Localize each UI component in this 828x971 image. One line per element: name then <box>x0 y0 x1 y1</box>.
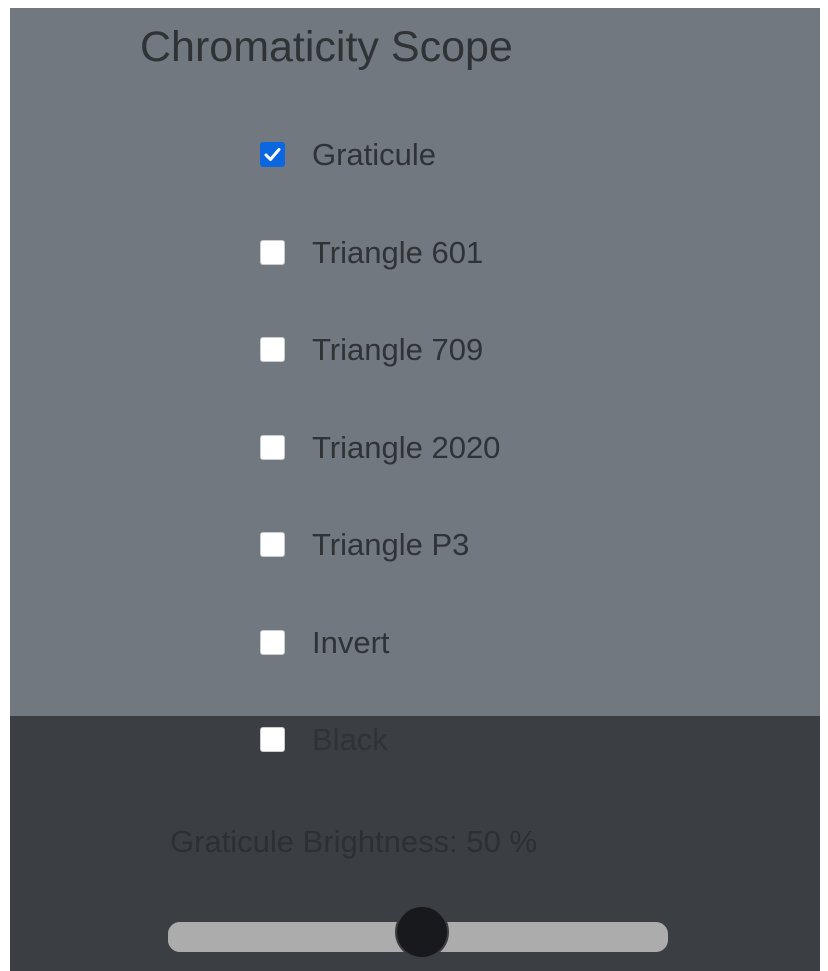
triangle-p3-label: Triangle P3 <box>312 526 470 562</box>
black-label: Black <box>312 721 388 757</box>
black-checkbox[interactable] <box>260 726 285 752</box>
option-triangle-601[interactable]: Triangle 601 <box>260 232 483 272</box>
graticule-label: Graticule <box>312 136 437 172</box>
brightness-slider-fill <box>168 922 418 952</box>
triangle-2020-checkbox[interactable] <box>260 434 285 460</box>
triangle-709-label: Triangle 709 <box>312 331 484 367</box>
triangle-709-checkbox[interactable] <box>260 336 285 362</box>
checkmark-icon <box>264 147 281 161</box>
option-triangle-2020[interactable]: Triangle 2020 <box>260 427 500 467</box>
triangle-2020-label: Triangle 2020 <box>312 429 501 465</box>
option-black[interactable]: Black <box>260 719 388 759</box>
brightness-caption: Graticule Brightness: 50 % <box>170 824 538 859</box>
option-triangle-p3[interactable]: Triangle P3 <box>260 524 469 564</box>
triangle-601-label: Triangle 601 <box>312 234 484 270</box>
option-graticule[interactable]: Graticule <box>260 134 436 174</box>
chromaticity-scope-panel: Chromaticity Scope Graticule Triangle 601… <box>10 8 820 971</box>
invert-checkbox[interactable] <box>260 629 285 655</box>
brightness-slider-thumb[interactable] <box>395 905 449 959</box>
option-invert[interactable]: Invert <box>260 622 390 662</box>
option-triangle-709[interactable]: Triangle 709 <box>260 329 483 369</box>
triangle-601-checkbox[interactable] <box>260 239 285 265</box>
invert-label: Invert <box>312 624 390 660</box>
graticule-checkbox[interactable] <box>260 141 285 167</box>
panel-title: Chromaticity Scope <box>140 23 513 71</box>
triangle-p3-checkbox[interactable] <box>260 531 285 557</box>
